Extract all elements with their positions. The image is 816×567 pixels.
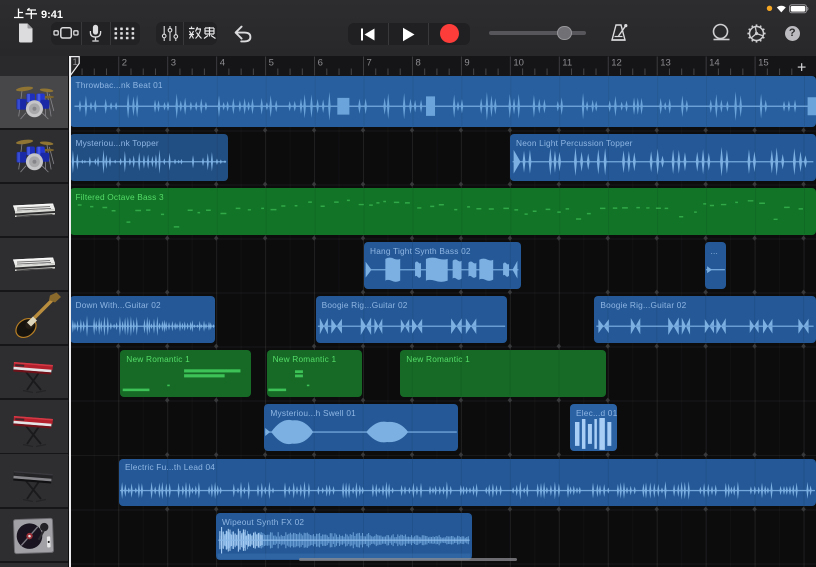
svg-text:9:41: 9:41 bbox=[41, 9, 63, 20]
svg-text:10: 10 bbox=[513, 58, 524, 69]
svg-text:8: 8 bbox=[416, 58, 421, 69]
svg-text:+: + bbox=[797, 60, 806, 77]
svg-text:2: 2 bbox=[122, 58, 127, 69]
svg-text:3: 3 bbox=[171, 58, 176, 69]
svg-text:13: 13 bbox=[660, 58, 671, 69]
svg-text:7: 7 bbox=[367, 58, 372, 69]
svg-text:9: 9 bbox=[464, 58, 469, 69]
svg-text:12: 12 bbox=[611, 58, 622, 69]
svg-text:4: 4 bbox=[220, 58, 225, 69]
svg-text:1: 1 bbox=[73, 57, 78, 67]
svg-text:11: 11 bbox=[562, 58, 572, 69]
svg-text:6: 6 bbox=[318, 58, 323, 69]
svg-text:15: 15 bbox=[758, 58, 769, 69]
svg-text:14: 14 bbox=[709, 58, 720, 69]
svg-text:5: 5 bbox=[269, 58, 274, 69]
